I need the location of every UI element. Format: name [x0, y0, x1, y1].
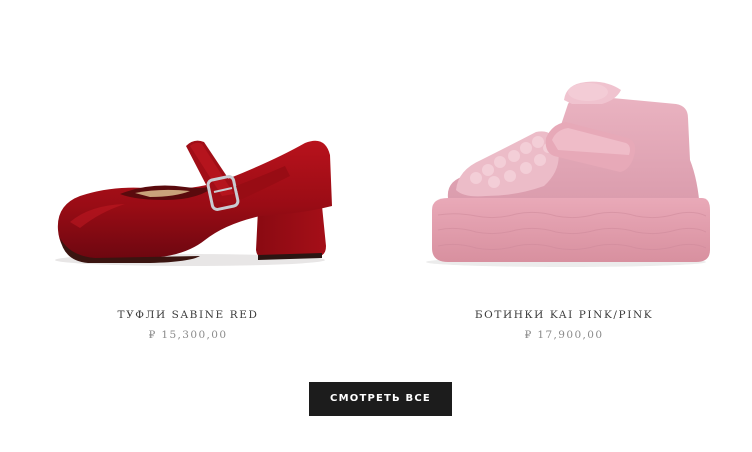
product-image-pink-boot[interactable]: [376, 0, 752, 300]
product-card-kai[interactable]: БОТИНКИ KAI PINK/PINK ₽ 17,900,00: [376, 0, 752, 350]
product-grid: ТУФЛИ SABINE RED ₽ 15,300,00 БОТИНКИ KAI…: [0, 0, 752, 350]
product-name[interactable]: ТУФЛИ SABINE RED: [0, 309, 376, 321]
view-all-button[interactable]: СМОТРЕТЬ ВСЕ: [309, 382, 452, 416]
product-image-red-shoe[interactable]: [0, 0, 376, 300]
product-name[interactable]: БОТИНКИ KAI PINK/PINK: [376, 309, 752, 321]
product-price: ₽ 15,300,00: [148, 329, 228, 341]
product-card-sabine[interactable]: ТУФЛИ SABINE RED ₽ 15,300,00: [0, 0, 376, 350]
product-price: ₽ 17,900,00: [524, 329, 604, 341]
